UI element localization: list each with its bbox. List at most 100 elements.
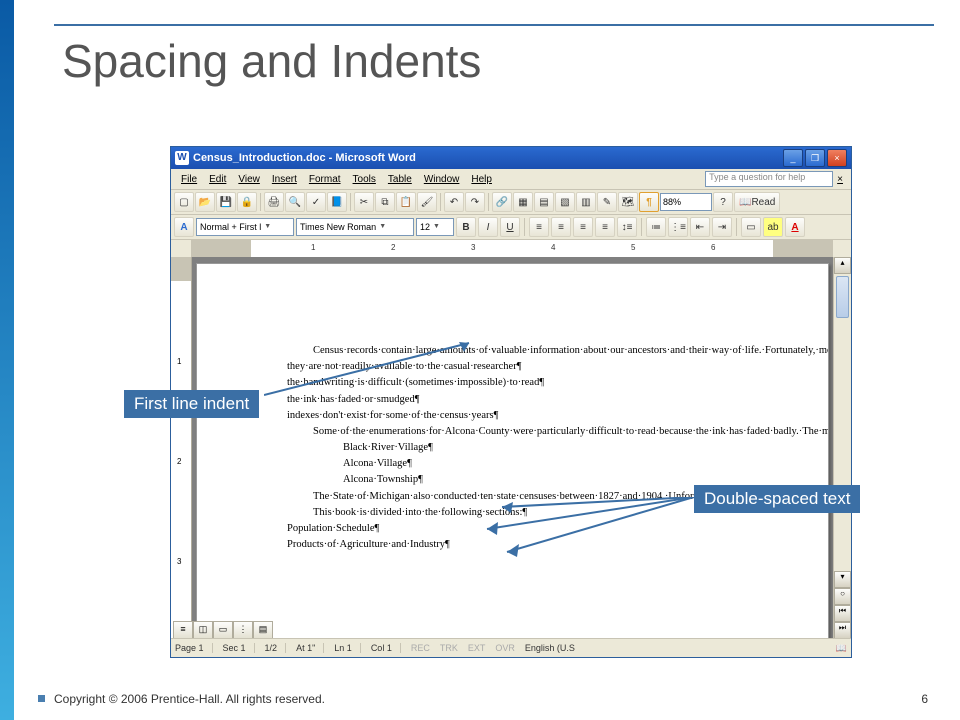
page-number: 6 xyxy=(921,692,928,706)
read-button[interactable]: 📖 Read xyxy=(734,192,780,212)
menu-tools[interactable]: Tools xyxy=(347,172,382,187)
open-icon[interactable]: 📂 xyxy=(195,192,215,212)
window-title: Census_Introduction.doc - Microsoft Word xyxy=(193,152,783,164)
scroll-thumb[interactable] xyxy=(836,276,849,318)
borders-icon[interactable]: ▭ xyxy=(741,217,761,237)
document-area: 1 2 3 Census·records·contain·large·amoun… xyxy=(171,257,851,639)
font-color-icon[interactable]: A xyxy=(785,217,805,237)
bullet-line: the·handwriting·is·difficult·(sometimes·… xyxy=(287,376,788,390)
menu-file[interactable]: File xyxy=(175,172,203,187)
menu-view[interactable]: View xyxy=(232,172,266,187)
status-trk: TRK xyxy=(440,643,458,653)
scroll-up-icon[interactable]: ▴ xyxy=(834,257,851,274)
decrease-indent-icon[interactable]: ⇤ xyxy=(690,217,710,237)
bullets-icon[interactable]: ⋮≡ xyxy=(668,217,688,237)
copy-icon[interactable]: ⧉ xyxy=(375,192,395,212)
spell-icon[interactable]: ✓ xyxy=(306,192,326,212)
paste-icon[interactable]: 📋 xyxy=(396,192,416,212)
menu-table[interactable]: Table xyxy=(382,172,418,187)
title-rule xyxy=(54,24,934,26)
help-search-input[interactable]: Type a question for help xyxy=(705,171,833,187)
status-ovr: OVR xyxy=(495,643,515,653)
formatting-toolbar: A Normal + First l▼ Times New Roman▼ 12▼… xyxy=(171,215,851,240)
styles-pane-icon[interactable]: A xyxy=(174,217,194,237)
numbering-icon[interactable]: ≔ xyxy=(646,217,666,237)
help-icon[interactable]: ? xyxy=(713,192,733,212)
highlight-icon[interactable]: ab xyxy=(763,217,783,237)
show-hide-icon[interactable]: ¶ xyxy=(639,192,659,212)
tables-borders-icon[interactable]: ▦ xyxy=(513,192,533,212)
browse-select-icon[interactable]: ○ xyxy=(834,588,851,605)
italic-icon[interactable]: I xyxy=(478,217,498,237)
underline-icon[interactable]: U xyxy=(500,217,520,237)
print-icon[interactable]: 🖨 xyxy=(264,192,284,212)
menu-insert[interactable]: Insert xyxy=(266,172,303,187)
menu-help[interactable]: Help xyxy=(465,172,498,187)
align-left-icon[interactable]: ≡ xyxy=(529,217,549,237)
slide: Spacing and Indents W Census_Introductio… xyxy=(0,0,960,720)
style-combo[interactable]: Normal + First l▼ xyxy=(196,218,294,236)
status-col: Col 1 xyxy=(371,643,401,653)
increase-indent-icon[interactable]: ⇥ xyxy=(712,217,732,237)
callout-first-line-indent: First line indent xyxy=(124,390,259,418)
vertical-scrollbar[interactable]: ▴ ▾ ○ ⏮ ⏭ xyxy=(833,257,851,639)
save-icon[interactable]: 💾 xyxy=(216,192,236,212)
list-item: Black·River·Village¶ xyxy=(287,441,788,455)
menu-window[interactable]: Window xyxy=(418,172,466,187)
titlebar: W Census_Introduction.doc - Microsoft Wo… xyxy=(171,147,851,169)
cut-icon[interactable]: ✂ xyxy=(354,192,374,212)
reading-view-icon[interactable]: ▤ xyxy=(253,621,273,639)
status-ext: EXT xyxy=(468,643,486,653)
vertical-ruler[interactable]: 1 2 3 xyxy=(171,257,192,639)
research-icon[interactable]: 📘 xyxy=(327,192,347,212)
view-buttons: ≡ ◫ ▭ ⋮ ▤ xyxy=(173,621,273,637)
new-icon[interactable]: ▢ xyxy=(174,192,194,212)
font-combo[interactable]: Times New Roman▼ xyxy=(296,218,414,236)
preview-icon[interactable]: 🔍 xyxy=(285,192,305,212)
undo-icon[interactable]: ↶ xyxy=(444,192,464,212)
hyperlink-icon[interactable]: 🔗 xyxy=(492,192,512,212)
drawing-icon[interactable]: ✎ xyxy=(597,192,617,212)
paragraph: Census·records·contain·large·amounts·of·… xyxy=(287,344,788,358)
minimize-button[interactable]: _ xyxy=(783,149,803,167)
redo-icon[interactable]: ↷ xyxy=(465,192,485,212)
doc-map-icon[interactable]: 🗺 xyxy=(618,192,638,212)
status-page: Page 1 xyxy=(175,643,213,653)
align-right-icon[interactable]: ≡ xyxy=(573,217,593,237)
next-page-icon[interactable]: ⏭ xyxy=(834,622,851,639)
word-icon: W xyxy=(175,151,189,165)
print-view-icon[interactable]: ▭ xyxy=(213,621,233,639)
close-button[interactable]: × xyxy=(827,149,847,167)
menu-edit[interactable]: Edit xyxy=(203,172,232,187)
copyright-text: Copyright © 2006 Prentice-Hall. All righ… xyxy=(54,692,325,706)
align-center-icon[interactable]: ≡ xyxy=(551,217,571,237)
permission-icon[interactable]: 🔒 xyxy=(237,192,257,212)
bold-icon[interactable]: B xyxy=(456,217,476,237)
bullet-line: they·are·not·readily·available·to·the·ca… xyxy=(287,360,788,374)
line-spacing-icon[interactable]: ↕≡ xyxy=(617,217,637,237)
format-painter-icon[interactable]: 🖌 xyxy=(417,192,437,212)
slide-title: Spacing and Indents xyxy=(62,34,481,88)
list-item: Alcona·Village¶ xyxy=(287,457,788,471)
prev-page-icon[interactable]: ⏮ xyxy=(834,605,851,622)
menubar-close-icon[interactable]: × xyxy=(833,174,847,185)
insert-table-icon[interactable]: ▤ xyxy=(534,192,554,212)
document-page[interactable]: Census·records·contain·large·amounts·of·… xyxy=(196,263,829,639)
maximize-button[interactable]: ❐ xyxy=(805,149,825,167)
status-at: At 1" xyxy=(296,643,324,653)
bullet-line: indexes·don't·exist·for·some·of·the·cens… xyxy=(287,409,788,423)
columns-icon[interactable]: ▥ xyxy=(576,192,596,212)
word-window: W Census_Introduction.doc - Microsoft Wo… xyxy=(170,146,852,658)
menu-format[interactable]: Format xyxy=(303,172,347,187)
excel-icon[interactable]: ▧ xyxy=(555,192,575,212)
web-view-icon[interactable]: ◫ xyxy=(193,621,213,639)
scroll-down-icon[interactable]: ▾ xyxy=(834,571,851,588)
document-text: Census·records·contain·large·amounts·of·… xyxy=(287,344,788,554)
size-combo[interactable]: 12▼ xyxy=(416,218,454,236)
status-book-icon[interactable]: 📖 xyxy=(836,643,847,654)
footer-bullet-icon xyxy=(38,695,45,702)
justify-icon[interactable]: ≡ xyxy=(595,217,615,237)
normal-view-icon[interactable]: ≡ xyxy=(173,621,193,639)
outline-view-icon[interactable]: ⋮ xyxy=(233,621,253,639)
zoom-combo[interactable]: 88% xyxy=(660,193,712,211)
